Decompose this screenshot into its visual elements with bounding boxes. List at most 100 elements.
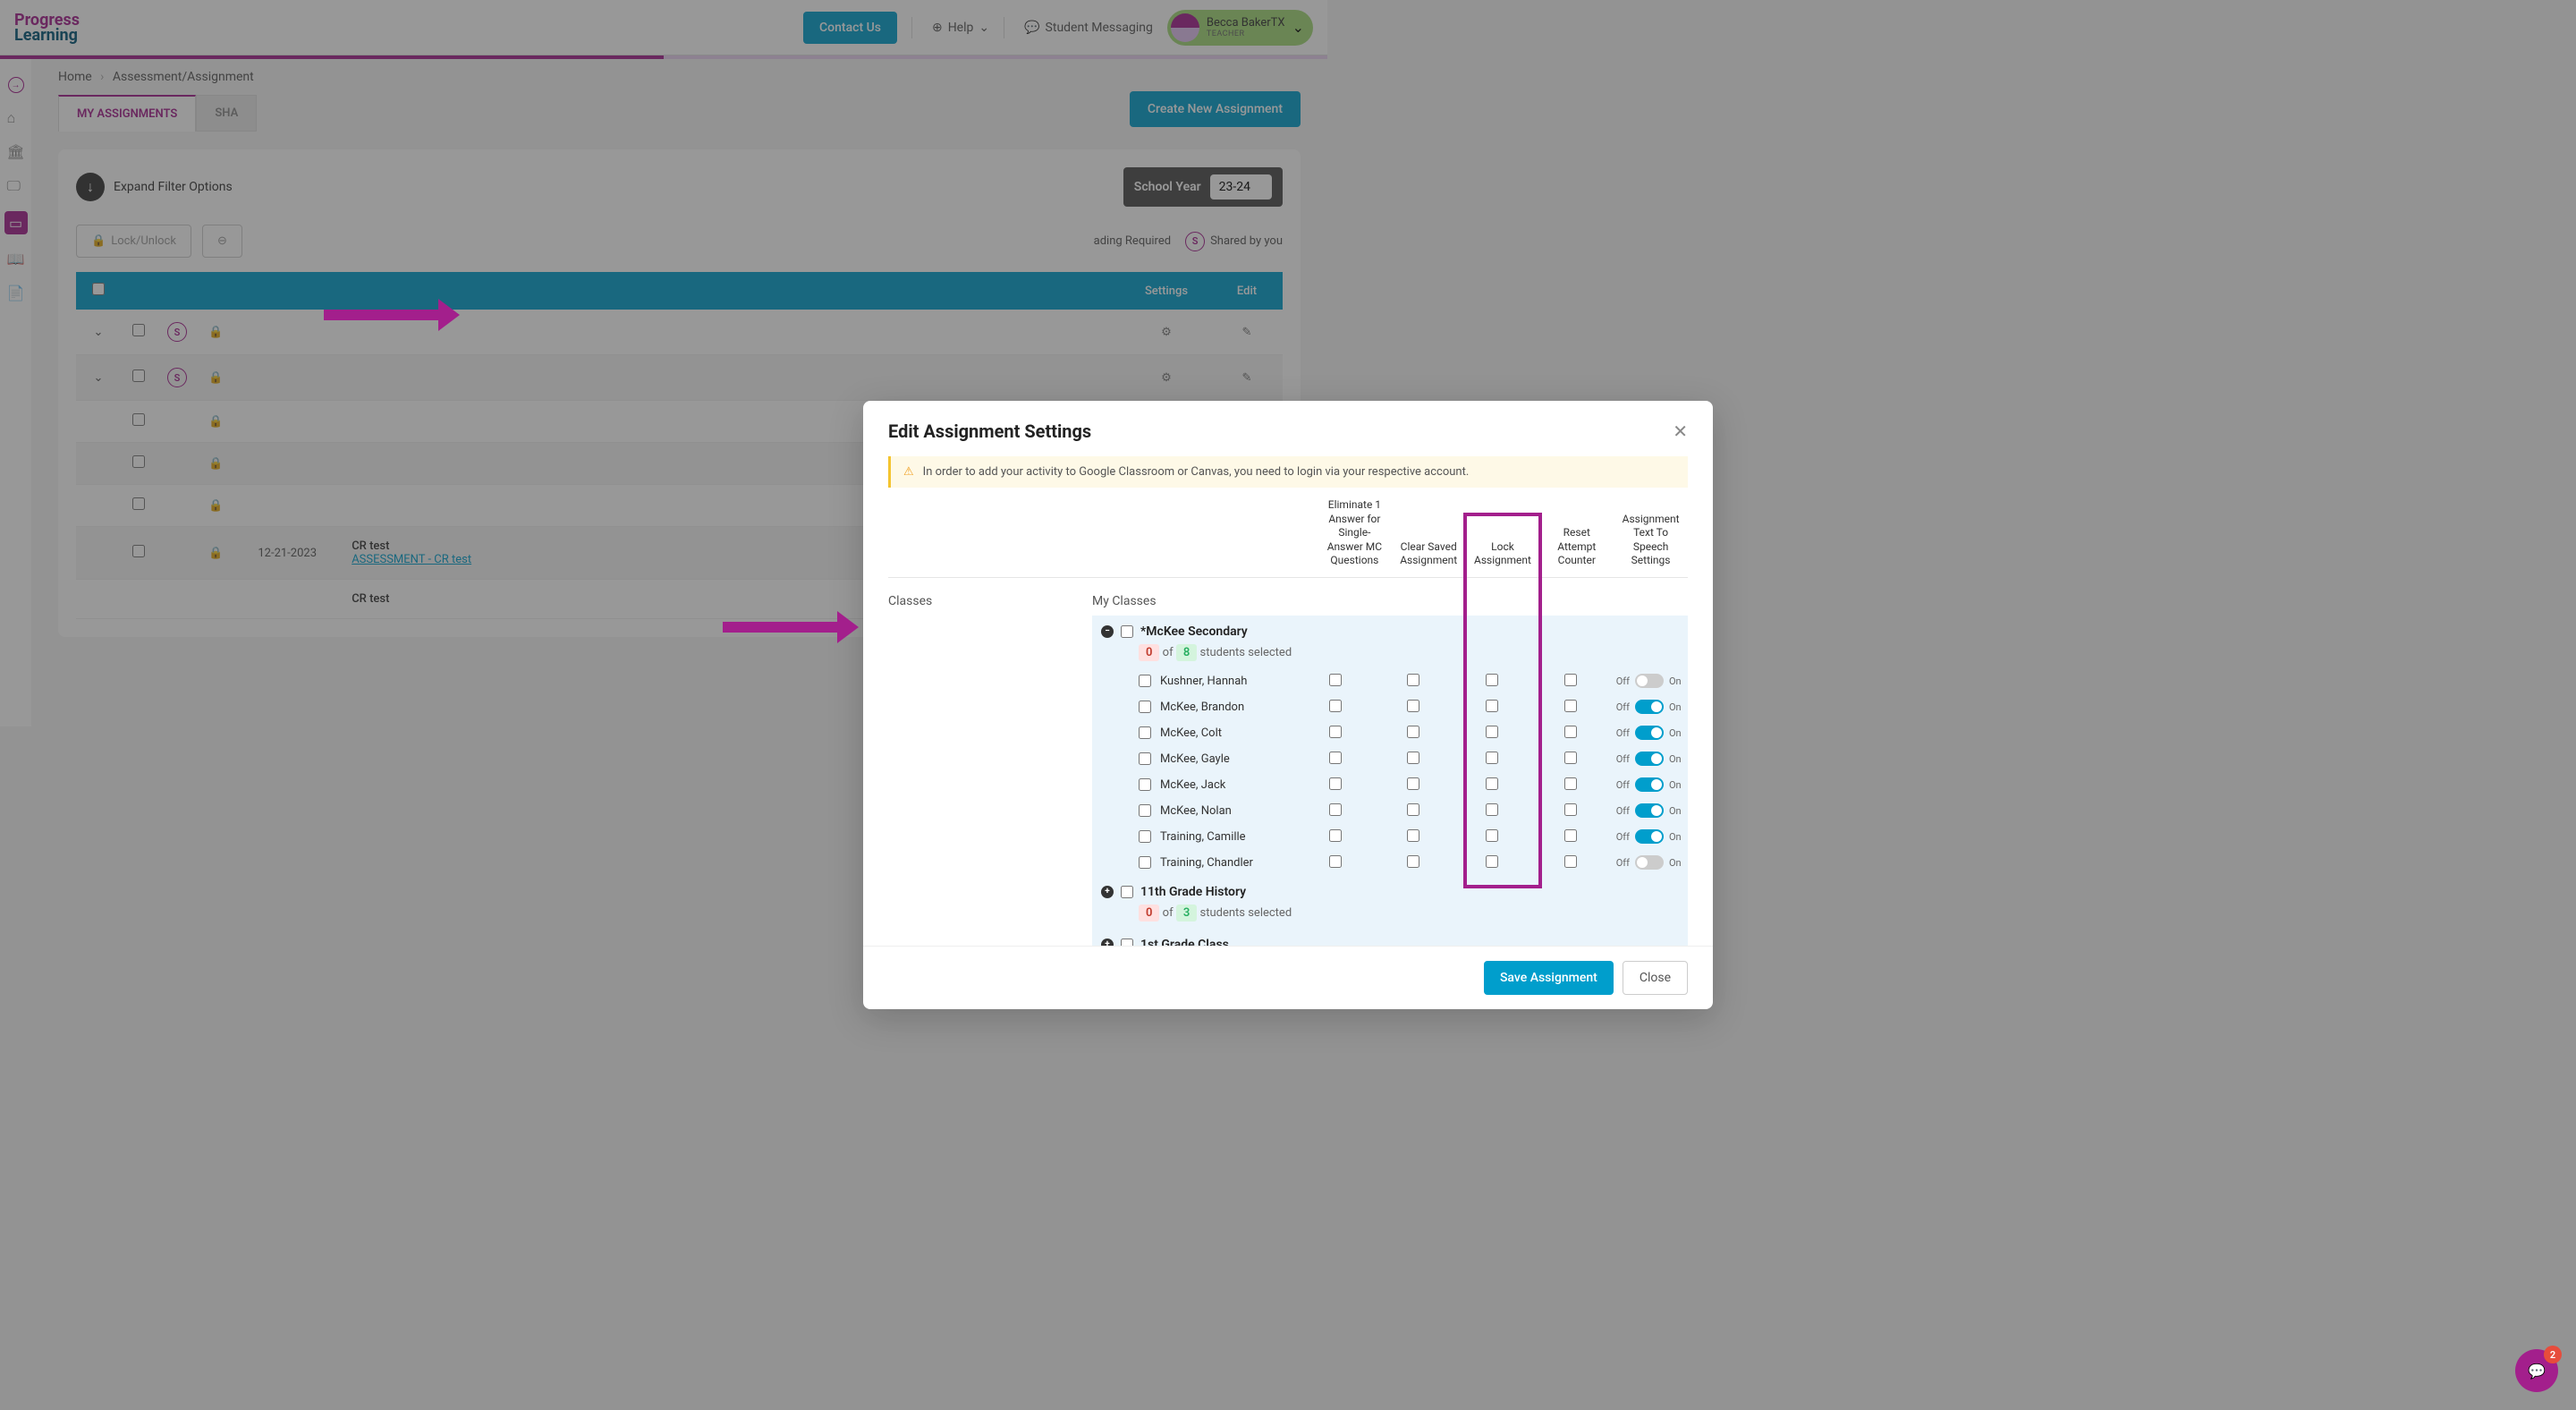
lock-checkbox[interactable]: [1486, 726, 1498, 738]
edit-settings-modal: Edit Assignment Settings ✕ ⚠ In order to…: [863, 401, 1713, 1009]
eliminate-checkbox[interactable]: [1329, 700, 1342, 712]
total-number: 8: [1176, 644, 1197, 661]
student-checkbox[interactable]: [1139, 752, 1151, 765]
student-row: McKee, Brandon Off On: [1092, 694, 1688, 720]
eliminate-checkbox[interactable]: [1329, 803, 1342, 816]
tts-toggle[interactable]: [1635, 700, 1664, 714]
toggle-off-label: Off: [1616, 779, 1630, 791]
tts-toggle[interactable]: [1635, 855, 1664, 870]
tts-toggle[interactable]: [1635, 674, 1664, 688]
student-name: Training, Chandler: [1160, 856, 1253, 870]
eliminate-checkbox[interactable]: [1329, 752, 1342, 764]
eliminate-checkbox[interactable]: [1329, 829, 1342, 842]
toggle-on-label: On: [1669, 753, 1682, 765]
student-checkbox[interactable]: [1139, 701, 1151, 713]
clear-checkbox[interactable]: [1407, 726, 1419, 738]
student-checkbox[interactable]: [1139, 856, 1151, 869]
col-tts: Assignment Text To Speech Settings: [1614, 513, 1688, 568]
close-button[interactable]: Close: [1623, 961, 1688, 995]
close-icon[interactable]: ✕: [1673, 420, 1688, 442]
student-row: Training, Chandler Off On: [1092, 850, 1688, 876]
toggle-on-label: On: [1669, 727, 1682, 739]
toggle-on-label: On: [1669, 831, 1682, 843]
student-row: Training, Camille Off On: [1092, 824, 1688, 850]
modal-body: ⚠ In order to add your activity to Googl…: [863, 456, 1713, 946]
student-row: McKee, Nolan Off On: [1092, 798, 1688, 824]
student-name: Kushner, Hannah: [1160, 675, 1247, 688]
student-checkbox[interactable]: [1139, 778, 1151, 791]
classes-container: − *McKee Secondary 0 of 8 students selec…: [1092, 616, 1688, 946]
class-name: 1st Grade Class: [1140, 938, 1229, 946]
class-section: + 1st Grade Class: [1092, 929, 1688, 946]
modal-footer: Save Assignment Close: [863, 946, 1713, 1009]
student-checkbox[interactable]: [1139, 675, 1151, 687]
toggle-off-label: Off: [1616, 727, 1630, 739]
class-checkbox[interactable]: [1121, 625, 1133, 638]
class-section: − *McKee Secondary 0 of 8 students selec…: [1092, 616, 1688, 876]
collapse-class-icon[interactable]: −: [1101, 625, 1114, 638]
lock-checkbox[interactable]: [1486, 855, 1498, 868]
class-header-row: + 11th Grade History: [1092, 876, 1688, 905]
banner-text: In order to add your activity to Google …: [923, 465, 1470, 479]
reset-checkbox[interactable]: [1564, 726, 1577, 738]
eliminate-checkbox[interactable]: [1329, 726, 1342, 738]
chat-badge: 2: [2544, 1346, 2562, 1363]
class-name: 11th Grade History: [1140, 885, 1246, 899]
eliminate-checkbox[interactable]: [1329, 855, 1342, 868]
lock-checkbox[interactable]: [1486, 777, 1498, 790]
save-button[interactable]: Save Assignment: [1484, 961, 1614, 995]
eliminate-checkbox[interactable]: [1329, 674, 1342, 686]
reset-checkbox[interactable]: [1564, 829, 1577, 842]
student-checkbox[interactable]: [1139, 804, 1151, 817]
lock-checkbox[interactable]: [1486, 700, 1498, 712]
classes-label: Classes: [888, 578, 1092, 616]
expand-class-icon[interactable]: +: [1101, 886, 1114, 898]
expand-class-icon[interactable]: +: [1101, 939, 1114, 946]
class-checkbox[interactable]: [1121, 886, 1133, 898]
selected-count: 0 of 8 students selected: [1092, 644, 1688, 668]
toggle-off-label: Off: [1616, 753, 1630, 765]
total-number: 3: [1176, 905, 1197, 922]
student-checkbox[interactable]: [1139, 726, 1151, 739]
student-name: McKee, Gayle: [1160, 752, 1230, 766]
class-name: *McKee Secondary: [1140, 624, 1248, 639]
clear-checkbox[interactable]: [1407, 829, 1419, 842]
lock-checkbox[interactable]: [1486, 803, 1498, 816]
student-checkbox[interactable]: [1139, 830, 1151, 843]
tts-toggle[interactable]: [1635, 726, 1664, 740]
class-header-row: − *McKee Secondary: [1092, 616, 1688, 644]
reset-checkbox[interactable]: [1564, 855, 1577, 868]
student-row: McKee, Colt Off On: [1092, 720, 1688, 746]
tts-toggle[interactable]: [1635, 777, 1664, 792]
clear-checkbox[interactable]: [1407, 752, 1419, 764]
selected-number: 0: [1139, 905, 1159, 922]
class-section: + 11th Grade History 0 of 3 students sel…: [1092, 876, 1688, 929]
reset-checkbox[interactable]: [1564, 752, 1577, 764]
toggle-on-label: On: [1669, 675, 1682, 687]
clear-checkbox[interactable]: [1407, 700, 1419, 712]
toggle-on-label: On: [1669, 805, 1682, 817]
eliminate-checkbox[interactable]: [1329, 777, 1342, 790]
student-name: Training, Camille: [1160, 830, 1246, 844]
reset-checkbox[interactable]: [1564, 700, 1577, 712]
reset-checkbox[interactable]: [1564, 674, 1577, 686]
toggle-on-label: On: [1669, 779, 1682, 791]
student-row: Kushner, Hannah Off On: [1092, 668, 1688, 694]
tts-toggle[interactable]: [1635, 752, 1664, 766]
lock-checkbox[interactable]: [1486, 674, 1498, 686]
clear-checkbox[interactable]: [1407, 777, 1419, 790]
toggle-off-label: Off: [1616, 805, 1630, 817]
tts-toggle[interactable]: [1635, 829, 1664, 844]
modal-header: Edit Assignment Settings ✕: [863, 401, 1713, 456]
lock-checkbox[interactable]: [1486, 829, 1498, 842]
clear-checkbox[interactable]: [1407, 855, 1419, 868]
reset-checkbox[interactable]: [1564, 803, 1577, 816]
reset-checkbox[interactable]: [1564, 777, 1577, 790]
clear-checkbox[interactable]: [1407, 674, 1419, 686]
chat-widget[interactable]: 💬 2: [2515, 1349, 2558, 1392]
class-checkbox[interactable]: [1121, 939, 1133, 946]
col-reset: Reset Attempt Counter: [1539, 526, 1614, 568]
lock-checkbox[interactable]: [1486, 752, 1498, 764]
clear-checkbox[interactable]: [1407, 803, 1419, 816]
tts-toggle[interactable]: [1635, 803, 1664, 818]
